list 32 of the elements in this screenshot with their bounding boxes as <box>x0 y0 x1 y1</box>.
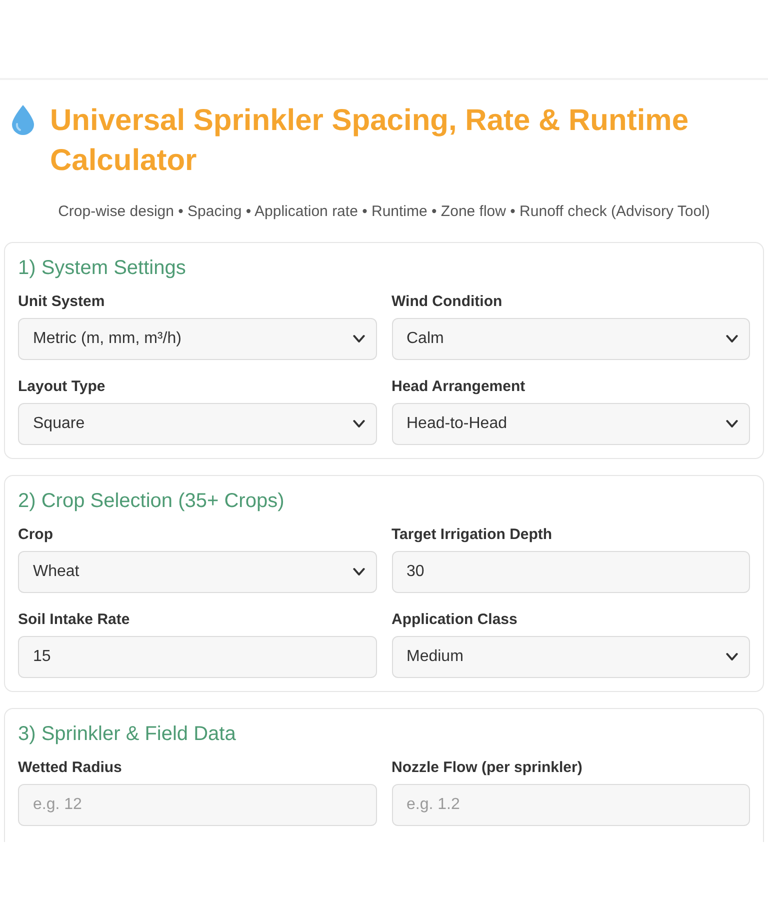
chevron-down-icon <box>352 567 364 577</box>
field-label: Head Arrangement <box>392 377 526 397</box>
page-title: Universal Sprinkler Spacing, Rate & Runtime Calculator <box>50 103 690 179</box>
field-label: Application Class <box>392 610 518 630</box>
water-drop-icon <box>10 105 36 135</box>
field-label: Crop <box>18 525 54 545</box>
chevron-down-icon <box>352 334 364 344</box>
dropdown[interactable]: Calm <box>392 318 750 360</box>
field-label: Wind Condition <box>392 292 504 312</box>
input-field[interactable]: 30 <box>392 551 750 593</box>
field-label: Soil Intake Rate <box>18 610 131 630</box>
field-label: Nozzle Flow (per sprinkler) <box>392 758 584 778</box>
dropdown[interactable]: Wheat <box>18 551 376 593</box>
page-subtitle: Crop-wise design • Spacing • Application rate • Runtime • Zone flow • Runoff check (Advisory Tool) <box>57 202 711 222</box>
field-label: Unit System <box>18 292 106 312</box>
section-heading: 2) Crop Selection (35+ Crops) <box>18 489 286 513</box>
dropdown[interactable]: Metric (m, mm, m³/h) <box>18 318 376 360</box>
dropdown[interactable]: Medium <box>392 636 750 678</box>
field-label: Layout Type <box>18 377 106 397</box>
section-heading: 1) System Settings <box>18 256 187 280</box>
field-label: Wetted Radius <box>18 758 123 778</box>
input-field[interactable]: e.g. 12 <box>18 784 376 826</box>
chevron-down-icon <box>726 652 738 662</box>
dropdown[interactable]: Head-to-Head <box>392 403 750 445</box>
chevron-down-icon <box>726 334 738 344</box>
dropdown[interactable]: Square <box>18 403 376 445</box>
input-field[interactable]: 15 <box>18 636 376 678</box>
field-label: Target Irrigation Depth <box>392 525 554 545</box>
section-heading: 3) Sprinkler & Field Data <box>18 722 237 746</box>
input-field[interactable]: e.g. 1.2 <box>392 784 750 826</box>
chevron-down-icon <box>352 419 364 429</box>
chevron-down-icon <box>726 419 738 429</box>
